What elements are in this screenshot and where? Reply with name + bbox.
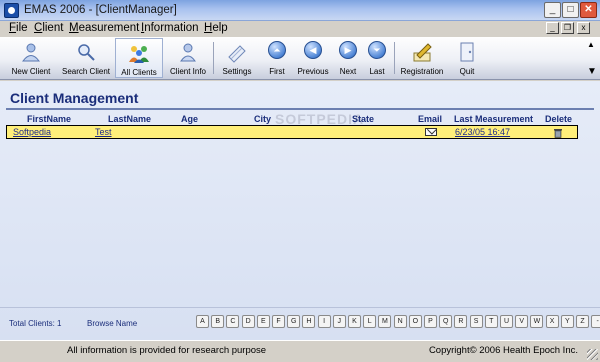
column-header-city[interactable]: City bbox=[254, 114, 271, 124]
letter-filter-button[interactable]: X bbox=[545, 315, 559, 328]
letter-filter-button[interactable]: V bbox=[515, 315, 529, 328]
mdi-minimize-button[interactable]: _ bbox=[546, 22, 559, 34]
settings-icon bbox=[228, 45, 246, 63]
letter-filter-button[interactable]: I bbox=[317, 315, 331, 328]
previous-button[interactable]: ◀ Previous bbox=[295, 38, 331, 78]
cell-firstname[interactable]: Softpedia bbox=[13, 127, 51, 137]
letter-filter-button[interactable]: S bbox=[469, 315, 483, 328]
quit-button[interactable]: Quit bbox=[452, 38, 482, 78]
letter-filter-button[interactable]: H bbox=[302, 315, 316, 328]
total-clients-label: Total Clients: 1 bbox=[9, 319, 62, 328]
delete-icon[interactable] bbox=[553, 127, 563, 138]
next-icon: ▶ bbox=[339, 41, 357, 59]
letter-filter-button[interactable]: G bbox=[287, 315, 301, 328]
registration-button[interactable]: Registration bbox=[398, 38, 446, 78]
letter-filter-button[interactable]: J bbox=[332, 315, 346, 328]
last-icon: ⏷ bbox=[368, 41, 386, 59]
letter-filter-button[interactable]: Q bbox=[439, 315, 453, 328]
menu-client[interactable]: Client bbox=[34, 22, 63, 34]
all-clients-button[interactable]: All Clients bbox=[115, 38, 163, 78]
scroll-up-icon[interactable]: ▲ bbox=[587, 40, 595, 49]
resize-grip[interactable] bbox=[587, 349, 598, 360]
letter-filter-button[interactable]: B bbox=[211, 315, 225, 328]
browse-name-label: Browse Name bbox=[87, 319, 138, 328]
menu-information[interactable]: Information bbox=[141, 22, 199, 34]
client-info-icon bbox=[180, 43, 196, 62]
last-button[interactable]: ⏷ Last bbox=[364, 38, 390, 78]
status-disclaimer: All information is provided for research… bbox=[67, 345, 267, 356]
letter-filter-button[interactable]: T bbox=[484, 315, 498, 328]
title-divider bbox=[6, 108, 594, 110]
cell-last-measurement[interactable]: 6/23/05 16:47 bbox=[455, 127, 510, 137]
letter-filter-button[interactable]: O bbox=[408, 315, 422, 328]
page-title: Client Management bbox=[10, 90, 139, 106]
letter-filter-button[interactable]: N bbox=[393, 315, 407, 328]
scroll-down-icon[interactable]: ▼ bbox=[587, 66, 597, 77]
toolbar-scroll[interactable]: ▲ ▼ bbox=[587, 40, 597, 77]
letter-filter-button[interactable]: - bbox=[591, 315, 600, 328]
column-header-last-measurement[interactable]: Last Measurement bbox=[454, 114, 533, 124]
letter-filter-button[interactable]: F bbox=[272, 315, 285, 328]
column-header-email[interactable]: Email bbox=[418, 114, 442, 124]
quit-icon bbox=[460, 42, 474, 62]
client-info-button[interactable]: Client Info bbox=[166, 38, 210, 78]
new-client-icon bbox=[22, 43, 40, 62]
letter-filter-button[interactable]: D bbox=[241, 315, 255, 328]
letter-filter-button[interactable]: L bbox=[363, 315, 377, 328]
letter-filter-button[interactable]: Z bbox=[576, 315, 589, 328]
settings-button[interactable]: Settings bbox=[218, 38, 256, 78]
mdi-restore-button[interactable]: ❐ bbox=[561, 22, 574, 34]
search-client-icon bbox=[78, 44, 95, 61]
menu-help[interactable]: Help bbox=[204, 22, 228, 34]
menu-file[interactable]: File bbox=[9, 22, 28, 34]
previous-icon: ◀ bbox=[304, 41, 322, 59]
client-management-panel: Client Management S O F T P ED I A FirstName La… bbox=[0, 81, 600, 340]
title-bar: EMAS 2006 - [ClientManager] _ □ ✕ bbox=[0, 0, 600, 21]
menu-measurement[interactable]: Measurement bbox=[69, 22, 139, 34]
footer-divider bbox=[0, 307, 600, 308]
menu-bar: File Client Measurement Information Help… bbox=[0, 21, 600, 37]
toolbar: New Client Search Client All Clients Cli… bbox=[0, 37, 600, 80]
next-button[interactable]: ▶ Next bbox=[334, 38, 362, 78]
letter-filter-button[interactable]: W bbox=[530, 315, 544, 328]
letter-filter-button[interactable]: R bbox=[454, 315, 468, 328]
app-icon bbox=[4, 3, 19, 18]
column-header-age[interactable]: Age bbox=[181, 114, 198, 124]
column-header-delete[interactable]: Delete bbox=[545, 114, 572, 124]
column-header-lastname[interactable]: LastName bbox=[108, 114, 151, 124]
letter-filter-button[interactable]: U bbox=[500, 315, 513, 328]
letter-filter-button[interactable]: C bbox=[226, 315, 240, 328]
mdi-close-button[interactable]: x bbox=[577, 22, 590, 34]
table-row[interactable]: Softpedia Test 6/23/05 16:47 bbox=[6, 125, 578, 139]
status-bar: All information is provided for research… bbox=[0, 340, 600, 362]
toolbar-separator bbox=[213, 42, 214, 74]
letter-filter-button[interactable]: Y bbox=[560, 315, 574, 328]
letter-filter-button[interactable]: P bbox=[424, 315, 437, 328]
search-client-button[interactable]: Search Client bbox=[58, 38, 114, 78]
letter-filter-button[interactable]: K bbox=[348, 315, 361, 328]
letter-filter-button[interactable]: M bbox=[378, 315, 392, 328]
status-copyright: Copyright© 2006 Health Epoch Inc. bbox=[428, 345, 578, 356]
column-header-firstname[interactable]: FirstName bbox=[27, 114, 71, 124]
cell-lastname[interactable]: Test bbox=[95, 127, 112, 137]
minimize-button[interactable]: _ bbox=[544, 2, 561, 18]
new-client-button[interactable]: New Client bbox=[6, 38, 56, 78]
email-icon[interactable] bbox=[425, 128, 437, 136]
first-button[interactable]: ⏶ First bbox=[262, 38, 292, 78]
column-header-state[interactable]: State bbox=[352, 114, 374, 124]
letter-filter-button[interactable]: A bbox=[196, 315, 209, 328]
close-button[interactable]: ✕ bbox=[580, 2, 597, 18]
registration-icon bbox=[413, 43, 432, 62]
letter-filter-button[interactable]: E bbox=[256, 315, 270, 328]
first-icon: ⏶ bbox=[268, 41, 286, 59]
window-title: EMAS 2006 - [ClientManager] bbox=[24, 4, 177, 16]
maximize-button[interactable]: □ bbox=[562, 2, 579, 18]
toolbar-separator bbox=[394, 42, 395, 74]
all-clients-icon bbox=[129, 46, 149, 63]
